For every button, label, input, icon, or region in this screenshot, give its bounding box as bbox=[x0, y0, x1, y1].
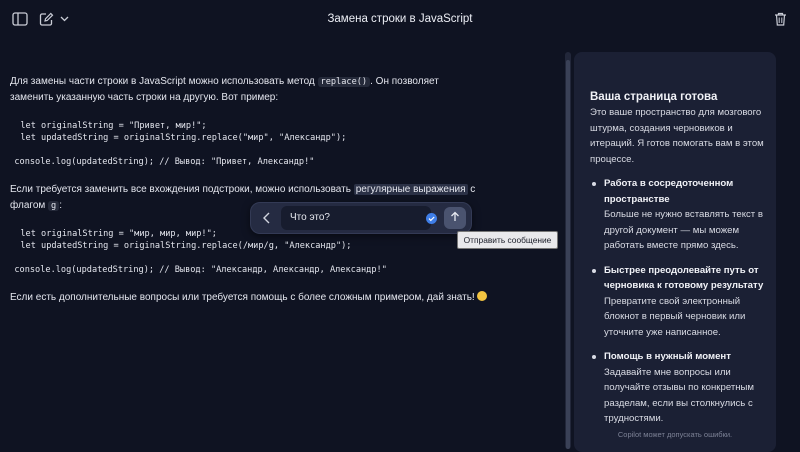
ask-bar: Что это? bbox=[250, 202, 472, 234]
bullet bbox=[592, 355, 596, 359]
code-line: console.log(updatedString); // Вывод: "П… bbox=[4, 157, 315, 167]
send-button[interactable] bbox=[444, 207, 466, 229]
bullet bbox=[592, 268, 596, 273]
question-input[interactable]: Что это? bbox=[281, 206, 431, 230]
link-regex[interactable]: регулярные выражения bbox=[353, 184, 468, 195]
check-badge-icon bbox=[426, 213, 437, 224]
feature-text: Превратите свой электронный блокнот в пе… bbox=[604, 295, 746, 338]
feature-item: Помощь в нужный момент Задавайте мне воп… bbox=[590, 349, 770, 427]
feature-item: Работа в сосредоточенном пространстве Бо… bbox=[590, 176, 770, 254]
code-line: let updatedString = originalString.repla… bbox=[10, 133, 347, 143]
panel-intro: Это ваше пространство для мозгового штур… bbox=[590, 107, 764, 165]
welcome-panel: Ваша страница готова Это ваше пространст… bbox=[574, 52, 776, 452]
feature-text: Задавайте мне вопросы или получайте отзы… bbox=[604, 366, 755, 425]
scrollbar-thumb[interactable] bbox=[566, 60, 570, 449]
welcome-content: Ваша страница готова Это ваше пространст… bbox=[590, 90, 770, 427]
paragraph-closing: Если есть дополнительные вопросы или тре… bbox=[10, 290, 555, 306]
code-line: console.log(updatedString); // Вывод: "А… bbox=[4, 265, 387, 275]
trash-icon[interactable] bbox=[771, 10, 789, 28]
feature-text: Больше не нужно вставлять текст в другой… bbox=[604, 209, 763, 251]
paragraph-intro: Для замены части строки в JavaScript мож… bbox=[10, 76, 439, 103]
question-text: Что это? bbox=[290, 212, 330, 223]
feature-title: Помощь в нужный момент bbox=[604, 351, 731, 362]
feature-item: Быстрее преодолевайте путь от черновика … bbox=[590, 263, 770, 341]
top-bar: Замена строки в JavaScript bbox=[0, 0, 800, 40]
document-body: Для замены части строки в JavaScript мож… bbox=[10, 74, 555, 306]
bullet bbox=[592, 182, 596, 186]
code-block-1: let originalString = "Привет, мир!"; let… bbox=[10, 120, 555, 168]
send-tooltip: Отправить сообщение bbox=[457, 231, 558, 249]
arrow-up-icon bbox=[450, 211, 460, 225]
inline-code-g: g bbox=[48, 201, 60, 211]
panel-title: Ваша страница готова bbox=[590, 91, 718, 103]
feature-title: Быстрее преодолевайте путь от черновика … bbox=[604, 264, 764, 292]
inline-code-replace: replace() bbox=[317, 77, 371, 87]
feature-title: Работа в сосредоточенном пространстве bbox=[604, 178, 734, 205]
disclaimer-text: Copilot может допускать ошибки. bbox=[617, 430, 733, 439]
smile-emoji-icon bbox=[476, 291, 487, 301]
chevron-left-icon[interactable] bbox=[261, 211, 273, 225]
code-line: let originalString = "Привет, мир!"; bbox=[10, 121, 207, 131]
page-title: Замена строки в JavaScript bbox=[327, 13, 473, 25]
